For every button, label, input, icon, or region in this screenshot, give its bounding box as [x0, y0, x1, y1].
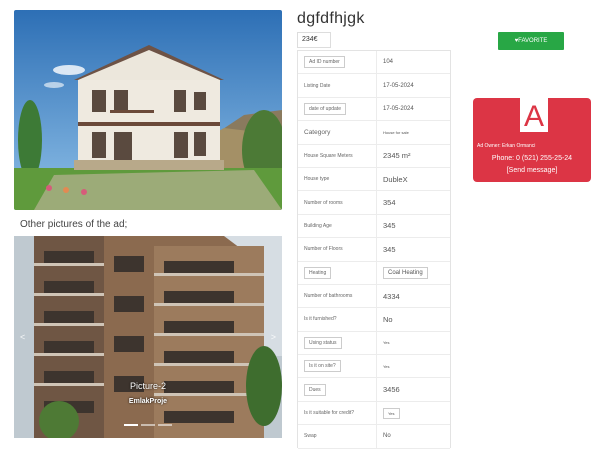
- owner-phone[interactable]: Phone: 0 (521) 255-25-24: [473, 155, 591, 162]
- carousel-subcaption: EmlakProje: [128, 398, 168, 405]
- detail-label: Is it furnished?: [304, 316, 337, 323]
- detail-label: Ad ID number: [298, 56, 376, 69]
- table-row: Category House for sale: [298, 121, 450, 145]
- detail-value: 4334: [376, 284, 450, 308]
- detail-label: Building Age: [304, 222, 332, 229]
- listing-title: dgfdfhjgk: [297, 10, 365, 27]
- detail-label: Category: [304, 128, 331, 136]
- detail-value: 104: [376, 51, 450, 74]
- detail-label: Is it on site?: [298, 360, 376, 373]
- table-row: House type DubleX: [298, 167, 450, 192]
- table-row: Building Age 345: [298, 214, 450, 239]
- detail-value: 345: [376, 214, 450, 238]
- detail-value: DubleX: [376, 167, 450, 191]
- owner-logo: A: [520, 98, 548, 132]
- photo-carousel[interactable]: < > Picture-2 EmlakProje: [14, 236, 282, 438]
- detail-value: Coal Heating: [376, 261, 450, 284]
- table-row: Heating Coal Heating: [298, 261, 450, 285]
- detail-value: 345: [376, 238, 450, 261]
- favorite-button[interactable]: ♥FAVORITE: [498, 32, 564, 50]
- table-row: date of update 17-05-2024: [298, 97, 450, 122]
- carousel-next-icon[interactable]: >: [271, 332, 276, 342]
- details-table: Ad ID number 104 Listing Date 17-05-2024…: [297, 50, 451, 449]
- carousel-caption: Picture-2: [129, 381, 166, 391]
- detail-label: Number of Floors: [304, 246, 343, 253]
- detail-value: Yes: [376, 355, 450, 378]
- detail-value: 2345 m²: [376, 144, 450, 167]
- table-row: Using status Yes: [298, 331, 450, 356]
- detail-label: date of update: [298, 102, 376, 115]
- send-message-link[interactable]: [Send message]: [473, 167, 591, 174]
- detail-value: House for sale: [376, 121, 450, 144]
- carousel-indicator[interactable]: [141, 424, 155, 426]
- table-row: Number of Floors 345: [298, 238, 450, 262]
- detail-label: Dues: [298, 383, 376, 396]
- table-row: Ad ID number 104: [298, 51, 450, 75]
- detail-value: 17-05-2024: [376, 97, 450, 121]
- detail-label: Listing Date: [304, 82, 331, 89]
- carousel-indicator[interactable]: [158, 424, 172, 426]
- detail-value: No: [376, 425, 450, 448]
- detail-label: Swap: [304, 433, 317, 440]
- carousel-indicator[interactable]: [124, 424, 138, 426]
- table-row: Is it furnished? No: [298, 308, 450, 332]
- other-pictures-heading: Other pictures of the ad;: [20, 219, 128, 230]
- detail-value: 354: [376, 191, 450, 214]
- detail-value: Yes: [376, 331, 450, 355]
- table-row: House Square Meters 2345 m²: [298, 144, 450, 168]
- table-row: Number of rooms 354: [298, 191, 450, 215]
- ad-owner-card: A Ad Owner: Erkan Ormanci Phone: 0 (521)…: [473, 98, 591, 182]
- main-listing-photo[interactable]: [14, 10, 282, 210]
- detail-label: House Square Meters: [304, 152, 353, 159]
- owner-name: Ad Owner: Erkan Ormanci: [477, 143, 536, 149]
- detail-value: No: [376, 308, 450, 331]
- detail-label: Number of bathrooms: [304, 293, 353, 300]
- detail-label: Number of rooms: [304, 199, 343, 206]
- detail-label: Using status: [298, 336, 376, 349]
- carousel-prev-icon[interactable]: <: [20, 332, 25, 342]
- listing-price: 234€: [297, 32, 331, 48]
- table-row: Is it suitable for credit? Yes: [298, 401, 450, 426]
- detail-value: 17-05-2024: [376, 74, 450, 97]
- table-row: Swap No: [298, 425, 450, 449]
- carousel-indicators: [14, 424, 282, 426]
- table-row: Number of bathrooms 4334: [298, 284, 450, 309]
- detail-label: Is it suitable for credit?: [304, 410, 355, 417]
- table-row: Is it on site? Yes: [298, 355, 450, 379]
- table-row: Dues 3456: [298, 378, 450, 402]
- table-row: Listing Date 17-05-2024: [298, 74, 450, 98]
- detail-value: Yes: [376, 401, 450, 425]
- detail-label: House type: [304, 176, 330, 183]
- detail-label: Heating: [298, 266, 376, 279]
- svg-text:A: A: [524, 100, 544, 132]
- detail-value: 3456: [376, 378, 450, 401]
